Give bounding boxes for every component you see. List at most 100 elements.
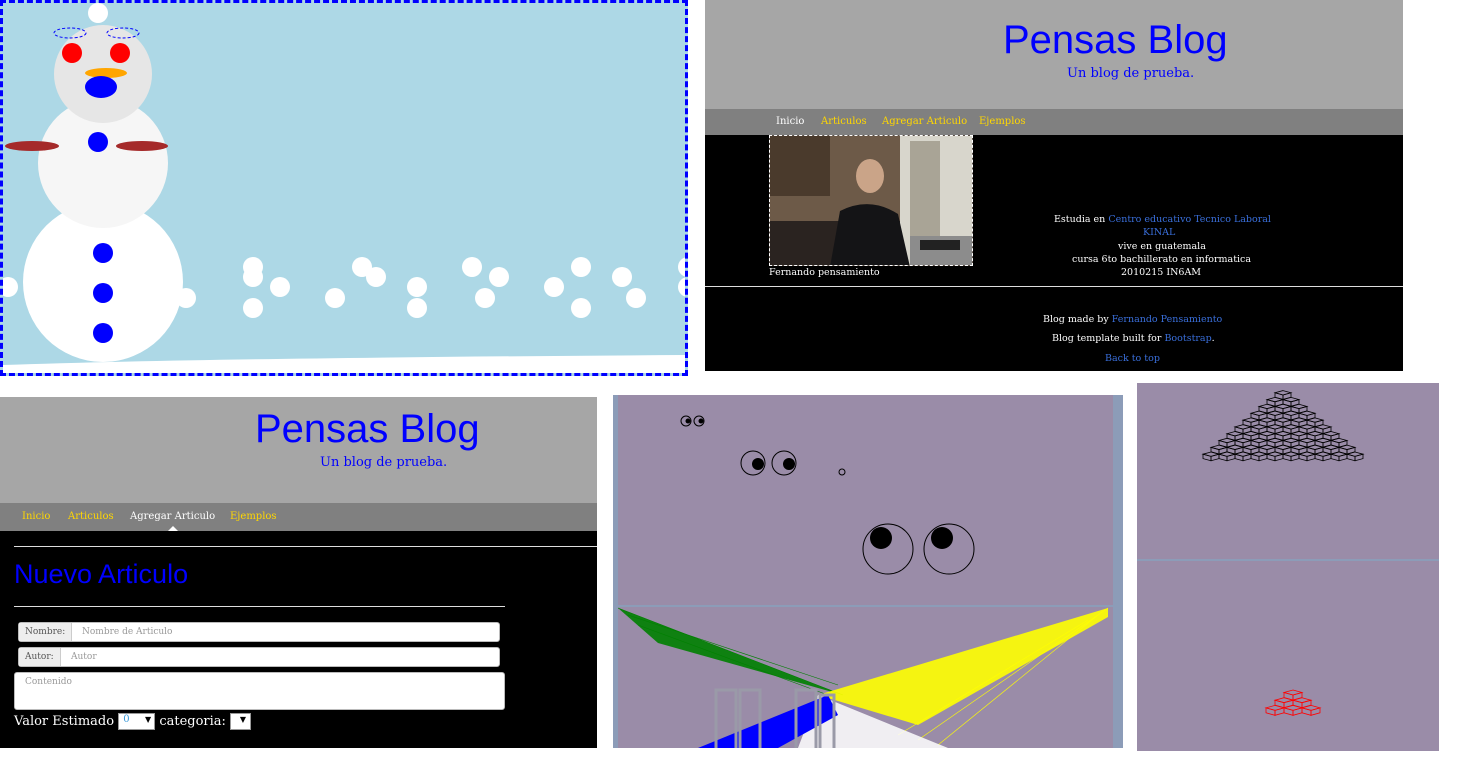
name-label: Nombre: bbox=[19, 623, 73, 641]
mouth bbox=[85, 76, 117, 98]
nav-inicio[interactable]: Inicio bbox=[22, 511, 50, 522]
eyes-scene bbox=[618, 415, 1113, 748]
content-placeholder: Contenido bbox=[25, 677, 72, 687]
nav-ejemplos[interactable]: Ejemplos bbox=[230, 511, 277, 522]
author-link[interactable]: Fernando Pensamiento bbox=[1112, 314, 1223, 325]
cubes-canvas bbox=[1137, 383, 1439, 751]
footer-divider bbox=[705, 286, 1403, 287]
blog-title: Pensas Blog bbox=[1003, 18, 1228, 62]
snowflake bbox=[243, 298, 263, 318]
nav-inicio[interactable]: Inicio bbox=[776, 116, 804, 127]
pupil bbox=[870, 527, 892, 549]
name-input[interactable]: Nombre de Articulo bbox=[82, 627, 172, 637]
bio-code: 2010215 IN6AM bbox=[1121, 267, 1202, 278]
cube bbox=[1249, 451, 1269, 462]
nav-agregar-articulo[interactable]: Agregar Articulo bbox=[130, 511, 215, 522]
author-label: Autor: bbox=[19, 648, 61, 666]
bootstrap-link[interactable]: Bootstrap bbox=[1164, 333, 1211, 344]
cube bbox=[1264, 704, 1286, 716]
eyes-canvas bbox=[613, 395, 1123, 748]
category-label: categoria: bbox=[159, 714, 226, 729]
navbar: Inicio Articulos Agregar Articulo Ejempl… bbox=[0, 503, 597, 531]
divider bbox=[14, 606, 505, 607]
author-field[interactable]: Autor: Autor bbox=[18, 647, 500, 667]
snowman-canvas bbox=[0, 0, 688, 376]
snowflake bbox=[407, 277, 427, 297]
pupil bbox=[685, 418, 691, 424]
chevron-down-icon: ▼ bbox=[239, 715, 247, 724]
snowflake bbox=[270, 277, 290, 297]
snowflake bbox=[626, 288, 646, 308]
cube bbox=[1300, 704, 1322, 716]
content-textarea[interactable]: Contenido bbox=[14, 672, 505, 710]
new-article-page: Pensas Blog Un blog de prueba. Inicio Ar… bbox=[0, 397, 597, 748]
blog-home-page: Pensas Blog Un blog de prueba. Inicio Ar… bbox=[705, 0, 1403, 371]
footer-made-by: Blog made by Fernando Pensamiento bbox=[1043, 314, 1222, 325]
eye-right bbox=[110, 43, 130, 63]
snowflake bbox=[407, 298, 427, 318]
nav-articulos[interactable]: Articulos bbox=[821, 116, 867, 127]
cube bbox=[1217, 451, 1237, 462]
divider bbox=[14, 546, 597, 547]
active-nav-caret bbox=[168, 526, 178, 531]
cube bbox=[1233, 451, 1253, 462]
author-input[interactable]: Autor bbox=[71, 652, 97, 662]
snowflake bbox=[475, 288, 495, 308]
cube bbox=[1329, 451, 1349, 462]
blog-title: Pensas Blog bbox=[255, 407, 480, 451]
back-to-top-link[interactable]: Back to top bbox=[1105, 353, 1160, 364]
blog-subtitle: Un blog de prueba. bbox=[320, 455, 448, 470]
pupil bbox=[931, 527, 953, 549]
button-1 bbox=[88, 132, 108, 152]
arm-right bbox=[116, 141, 168, 151]
snowflake bbox=[366, 267, 386, 287]
snowflake bbox=[612, 267, 632, 287]
footer-made-prefix: Blog made by bbox=[1043, 314, 1112, 325]
hat-pompom bbox=[88, 3, 108, 23]
cube bbox=[1297, 451, 1317, 462]
category-select[interactable]: ▼ bbox=[230, 713, 252, 730]
value-select[interactable]: 0 ▼ bbox=[118, 713, 156, 730]
value-selected: 0 bbox=[123, 714, 130, 725]
button-3 bbox=[93, 283, 113, 303]
blog-header: Pensas Blog Un blog de prueba. bbox=[705, 0, 1403, 109]
nav-ejemplos[interactable]: Ejemplos bbox=[979, 116, 1026, 127]
footer-template-suffix: . bbox=[1211, 333, 1215, 344]
snowman-scene bbox=[3, 3, 685, 373]
bio-course: cursa 6to bachillerato en informatica bbox=[1072, 254, 1252, 265]
cube bbox=[1201, 451, 1221, 462]
cube bbox=[1282, 704, 1304, 716]
snowflake bbox=[462, 257, 482, 277]
nose bbox=[85, 68, 127, 78]
arm-left bbox=[5, 141, 59, 151]
bio-lives: vive en guatemala bbox=[1118, 241, 1206, 252]
eye bbox=[838, 468, 846, 476]
snowflake bbox=[571, 298, 591, 318]
nav-agregar-articulo[interactable]: Agregar Articulo bbox=[882, 116, 967, 127]
snowflake bbox=[325, 288, 345, 308]
school-link-kinal[interactable]: KINAL bbox=[1143, 227, 1175, 238]
pupil bbox=[783, 458, 795, 470]
snowflake bbox=[678, 277, 685, 297]
form-heading: Nuevo Articulo bbox=[14, 559, 189, 589]
eye-left bbox=[62, 43, 82, 63]
snowflake bbox=[243, 267, 263, 287]
nav-articulos[interactable]: Articulos bbox=[68, 511, 114, 522]
cube bbox=[1281, 451, 1301, 462]
snowflake bbox=[176, 288, 196, 308]
cube bbox=[1345, 451, 1365, 462]
name-field[interactable]: Nombre: Nombre de Articulo bbox=[18, 622, 500, 642]
photo-caption: Fernando pensamiento bbox=[769, 267, 880, 278]
bio-studies: Estudia en Centro educativo Tecnico Labo… bbox=[1054, 214, 1271, 225]
snowflake bbox=[3, 277, 18, 297]
school-link[interactable]: Centro educativo Tecnico Laboral bbox=[1108, 214, 1271, 225]
snowflake bbox=[678, 257, 685, 277]
chevron-down-icon: ▼ bbox=[145, 715, 152, 724]
yellow-fan bbox=[818, 608, 1108, 725]
blog-subtitle: Un blog de prueba. bbox=[1067, 66, 1195, 81]
profile-photo bbox=[769, 135, 973, 266]
footer-template: Blog template built for Bootstrap. bbox=[1052, 333, 1215, 344]
button-4 bbox=[93, 323, 113, 343]
pupil bbox=[752, 458, 764, 470]
value-label: Valor Estimado bbox=[14, 714, 115, 729]
